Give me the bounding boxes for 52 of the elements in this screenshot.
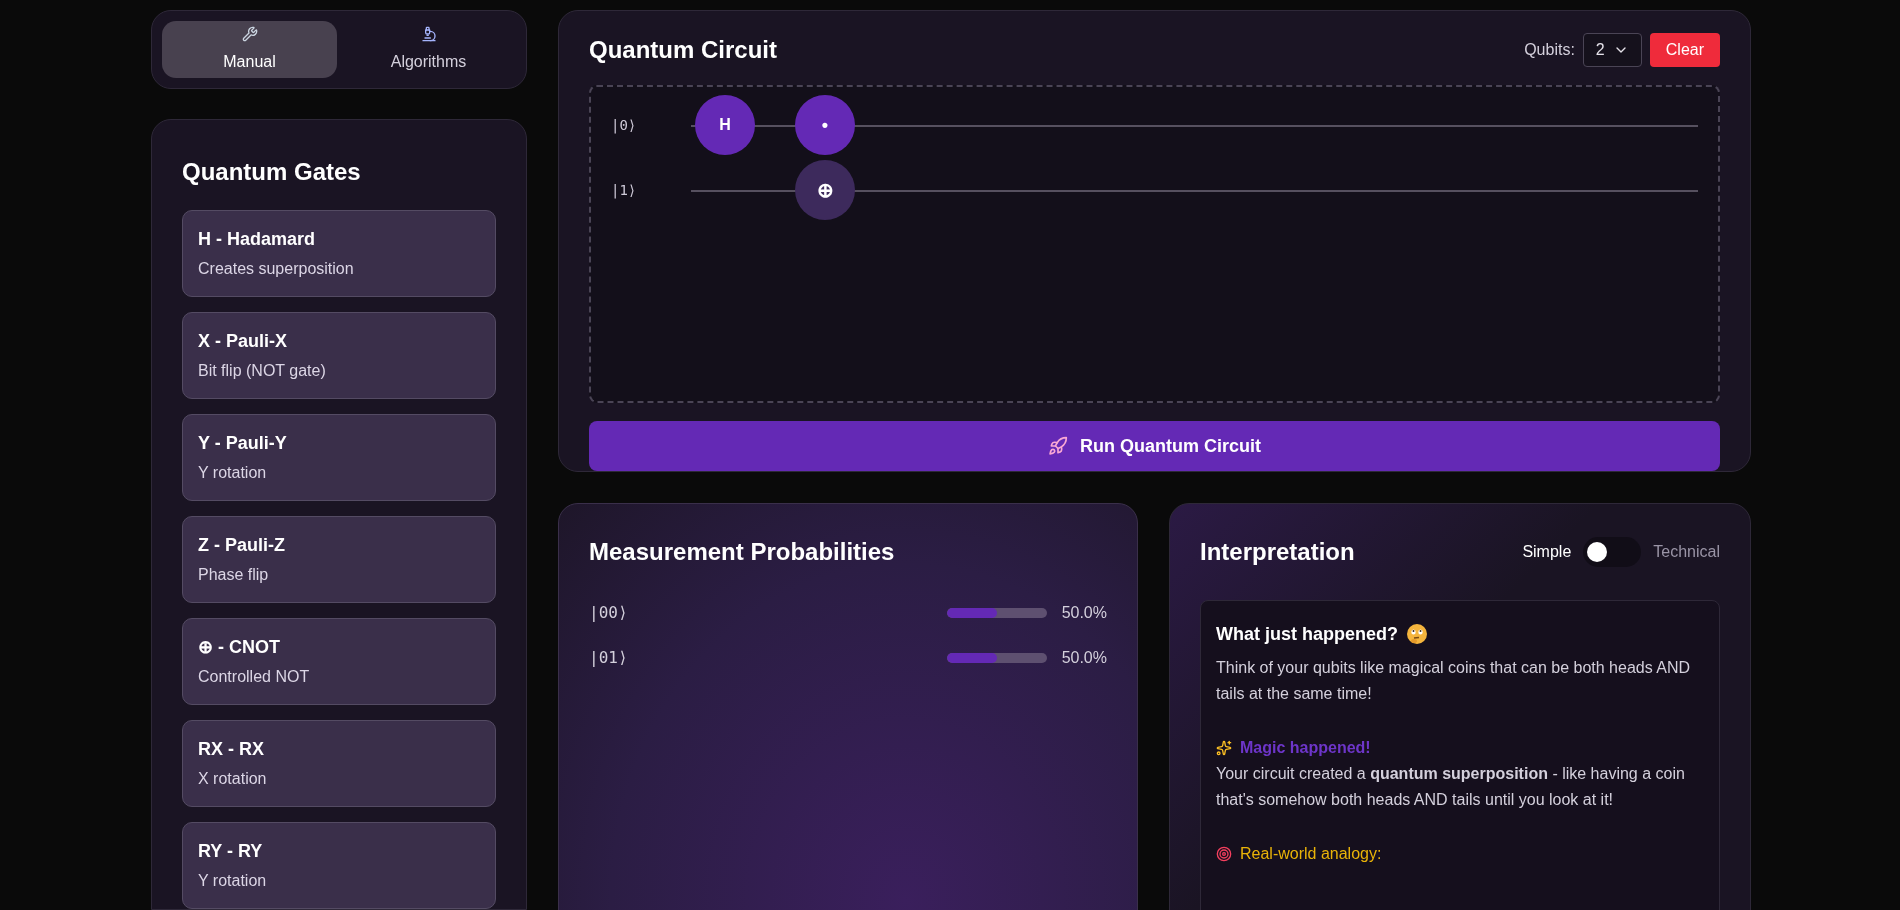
gate-name: Z - Pauli-Z <box>198 534 286 557</box>
gate-card[interactable]: Y - Pauli-Y Y rotation <box>182 414 496 501</box>
target-gate[interactable]: ⊕ <box>795 159 855 220</box>
probability-value: 50.0% <box>1060 602 1107 623</box>
target-icon <box>1216 846 1232 862</box>
gate-name: RX - RX <box>198 738 265 761</box>
gate-description: Phase flip <box>198 565 270 585</box>
probability-value: 50.0% <box>1060 647 1107 668</box>
qubits-select[interactable]: 2 <box>1582 33 1642 67</box>
gate-description: X rotation <box>198 769 268 789</box>
gate-name: ⊕ - CNOT <box>198 636 281 659</box>
basis-state: |01⟩ <box>589 646 629 669</box>
gate-card[interactable]: RX - RX X rotation <box>182 720 496 807</box>
explanation-text: Your circuit created a quantum superposition - like having a coin that's somehow both heads AND tails until you look at it! <box>1216 764 1686 810</box>
simple-label: Simple <box>1522 542 1572 562</box>
gate-card[interactable]: X - Pauli-X Bit flip (NOT gate) <box>182 312 496 399</box>
basis-state: |00⟩ <box>589 601 629 624</box>
qubit-label: |0⟩ <box>611 115 638 135</box>
gate-card[interactable]: Z - Pauli-Z Phase flip <box>182 516 496 603</box>
mode-toggle[interactable] <box>1583 537 1642 567</box>
section-heading: Magic happened! <box>1240 738 1371 758</box>
qubit-label: |1⟩ <box>611 180 638 200</box>
wrench-icon <box>241 25 258 42</box>
mode-tab[interactable]: Algorithms <box>341 21 516 78</box>
gate-name: RY - RY <box>198 840 264 863</box>
gate-card[interactable]: RY - RY Y rotation <box>182 822 496 909</box>
gate-name: X - Pauli-X <box>198 330 288 353</box>
gate-name: H - Hadamard <box>198 228 317 251</box>
gate-description: Y rotation <box>198 871 268 891</box>
gate-description: Y rotation <box>198 463 268 483</box>
rocket-icon <box>1048 436 1068 456</box>
run-circuit-button[interactable]: Run Quantum Circuit <box>589 421 1720 471</box>
gate-name: Y - Pauli-Y <box>198 432 288 455</box>
microscope-icon <box>420 25 437 42</box>
panel-title: Quantum Gates <box>182 157 362 187</box>
technical-label: Technical <box>1653 542 1720 562</box>
thinking-face-icon <box>1406 623 1428 645</box>
explanation-heading: What just happened? <box>1216 623 1398 646</box>
panel-title: Interpretation <box>1200 537 1355 567</box>
section-heading: Real-world analogy: <box>1240 844 1382 864</box>
gate-description: Bit flip (NOT gate) <box>198 361 327 381</box>
gate-description: Controlled NOT <box>198 667 311 687</box>
sparkles-icon <box>1216 740 1232 756</box>
mode-tab[interactable]: Manual <box>162 21 337 78</box>
gate-description: Creates superposition <box>198 259 355 279</box>
gate-card[interactable]: ⊕ - CNOT Controlled NOT <box>182 618 496 705</box>
qubits-label: Qubits: <box>1524 40 1575 60</box>
explanation-text: Think of your qubits like magical coins that can be both heads AND tails at the same time! <box>1216 658 1692 704</box>
gate-card[interactable]: H - Hadamard Creates superposition <box>182 210 496 297</box>
panel-title: Measurement Probabilities <box>589 537 896 567</box>
panel-title: Quantum Circuit <box>589 35 777 65</box>
clear-button[interactable]: Clear <box>1649 33 1720 67</box>
